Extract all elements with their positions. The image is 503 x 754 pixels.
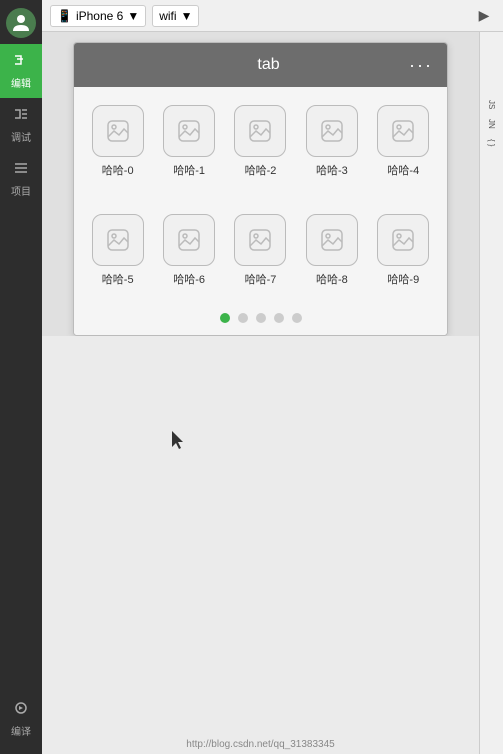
right-btn-braces[interactable]: { } [482,135,502,151]
topbar: 📱 iPhone 6 ▼ wifi ▼ ▶ [42,0,503,32]
list-item[interactable]: 哈哈-5 [82,206,153,295]
phone-frame: tab ··· 哈哈-0 哈哈-1 [73,42,448,336]
device-dropdown-icon: ▼ [127,9,139,23]
list-item[interactable]: 哈哈-8 [296,206,367,295]
cursor-icon [172,431,186,449]
sidebar-edit-label: 编辑 [11,75,31,90]
watermark: http://blog.csdn.net/qq_31383345 [186,739,334,750]
device-label: iPhone 6 [76,9,123,23]
list-item[interactable]: 哈哈-0 [82,97,153,186]
tab-title: tab [128,56,409,74]
page-dot-3[interactable] [274,313,284,323]
right-panel: JS JN { } [479,32,503,754]
grid-label-4: 哈哈-4 [387,162,419,178]
page-dot-4[interactable] [292,313,302,323]
sidebar-item-debug[interactable]: 调试 [0,98,42,152]
grid-icon-8 [306,214,358,266]
right-btn-js[interactable]: JS [482,96,502,113]
right-btn-jn[interactable]: JN [482,115,502,133]
tab-menu-dots[interactable]: ··· [409,55,433,76]
topbar-right: ▶ [473,5,495,27]
edit-icon [13,52,29,72]
tab-header: tab ··· [74,43,447,87]
page-dot-0[interactable] [220,313,230,323]
grid-icon-7 [234,214,286,266]
grid-icon-5 [92,214,144,266]
sidebar-item-compile[interactable]: 编译 [0,692,42,746]
list-item[interactable]: 哈哈-2 [225,97,296,186]
grid-label-2: 哈哈-2 [245,162,277,178]
page-indicator [74,305,447,335]
list-item[interactable]: 哈哈-6 [153,206,224,295]
debug-icon [13,106,29,126]
list-item[interactable]: 哈哈-3 [296,97,367,186]
grid-icon-9 [377,214,429,266]
grid-icon-3 [306,105,358,157]
grid-label-5: 哈哈-5 [102,271,134,287]
list-item[interactable]: 哈哈-9 [368,206,439,295]
grid-row-2: 哈哈-5 哈哈-6 哈哈-7 [74,196,447,305]
compile-icon [13,700,29,720]
sidebar-compile-label: 编译 [11,723,31,738]
content-area: tab ··· 哈哈-0 哈哈-1 [42,32,503,754]
sidebar-project-label: 项目 [11,183,31,198]
wifi-selector[interactable]: wifi ▼ [152,5,199,27]
grid-label-6: 哈哈-6 [173,271,205,287]
topbar-action-btn[interactable]: ▶ [473,5,495,27]
sidebar: 编辑 调试 项目 [0,0,42,754]
main-area: 📱 iPhone 6 ▼ wifi ▼ ▶ tab ··· [42,0,503,754]
sidebar-item-edit[interactable]: 编辑 [0,44,42,98]
list-item[interactable]: 哈哈-1 [153,97,224,186]
sidebar-debug-label: 调试 [11,129,31,144]
grid-label-1: 哈哈-1 [173,162,205,178]
grid-label-3: 哈哈-3 [316,162,348,178]
grid-label-8: 哈哈-8 [316,271,348,287]
grid-label-7: 哈哈-7 [245,271,277,287]
project-icon [13,160,29,180]
grid-row-1: 哈哈-0 哈哈-1 哈哈-2 [74,87,447,196]
sidebar-bottom: 编译 [0,692,42,754]
phone-canvas: tab ··· 哈哈-0 哈哈-1 [42,32,479,754]
grid-icon-6 [163,214,215,266]
phone-below-area: http://blog.csdn.net/qq_31383345 [42,336,479,754]
grid-icon-1 [163,105,215,157]
wifi-label: wifi [159,9,176,23]
page-dot-1[interactable] [238,313,248,323]
wifi-dropdown-icon: ▼ [181,9,193,23]
device-icon: 📱 [57,9,72,23]
avatar [6,8,36,38]
grid-icon-2 [234,105,286,157]
grid-label-0: 哈哈-0 [102,162,134,178]
list-item[interactable]: 哈哈-7 [225,206,296,295]
grid-icon-4 [377,105,429,157]
sidebar-item-project[interactable]: 项目 [0,152,42,206]
grid-icon-0 [92,105,144,157]
grid-label-9: 哈哈-9 [387,271,419,287]
page-dot-2[interactable] [256,313,266,323]
device-selector[interactable]: 📱 iPhone 6 ▼ [50,5,146,27]
list-item[interactable]: 哈哈-4 [368,97,439,186]
